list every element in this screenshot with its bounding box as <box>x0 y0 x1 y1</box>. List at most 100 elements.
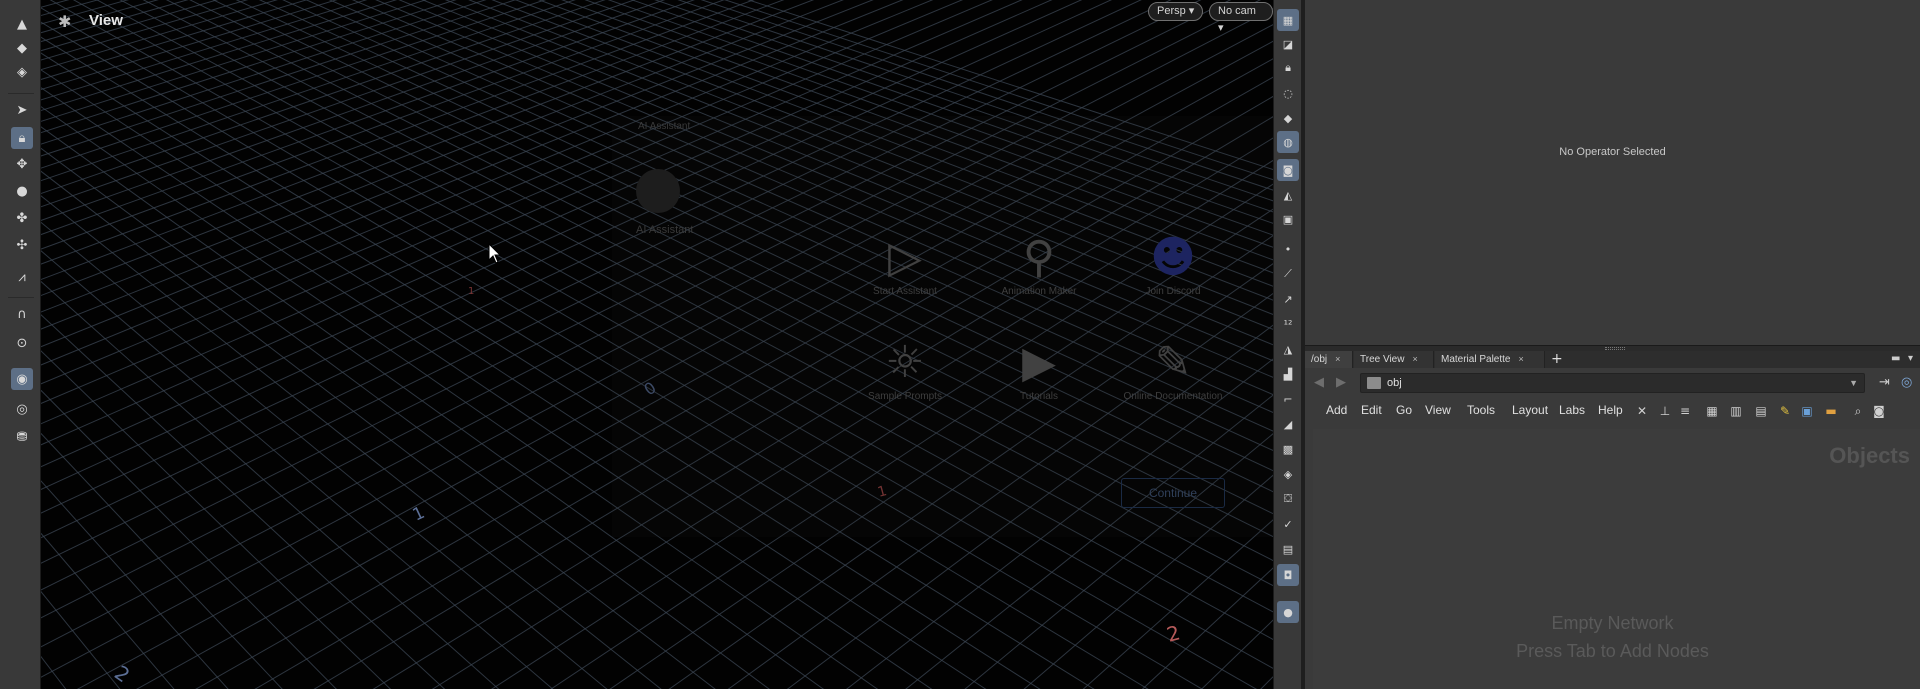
list-view-icon[interactable]: ≡ <box>1677 403 1693 419</box>
select-tool-icon[interactable]: ▲ <box>11 13 33 35</box>
transform-tool-icon[interactable]: ◆ <box>11 37 33 59</box>
snap-display-icon[interactable]: ▟ <box>1277 363 1299 385</box>
tab-tree-view[interactable]: Tree View × <box>1354 351 1434 368</box>
sticky-note-icon[interactable]: ✎ <box>1777 403 1793 419</box>
splitter-grip[interactable] <box>1605 347 1625 350</box>
point-numbers-icon[interactable]: ¹² <box>1277 313 1299 335</box>
template-icon[interactable]: ▣ <box>1277 208 1299 230</box>
menu-view[interactable]: View <box>1425 403 1451 417</box>
bone-icon[interactable]: ✓ <box>1277 513 1299 535</box>
view-tool-icon[interactable]: ◉ <box>11 368 33 390</box>
uv-icon[interactable]: ◮ <box>1277 338 1299 360</box>
left-toolbar: ▲ ◆ ◈ ➤ 🔒︎ ✥ ● ✤ ✣ ⩘ ∩ ⊙ ◉ ◎ ⛃ <box>0 0 41 689</box>
tab-label: /obj <box>1311 354 1328 365</box>
menu-add[interactable]: Add <box>1326 403 1347 417</box>
snapshot-icon[interactable]: ◙ <box>1871 403 1887 419</box>
scale-tool-icon[interactable]: ✤ <box>11 207 33 229</box>
tab-label: Tree View <box>1360 354 1405 365</box>
pose-tool-icon[interactable]: ✣ <box>11 234 33 256</box>
grid-label: 1 <box>410 503 428 526</box>
camera-tool-icon[interactable]: ◎ <box>11 398 33 420</box>
wrench-icon[interactable]: ✕ <box>1634 403 1650 419</box>
light-icon[interactable]: ◆ <box>1277 107 1299 129</box>
toolbar-divider <box>8 297 34 298</box>
tree-layout-icon[interactable]: ⊥ <box>1657 403 1673 419</box>
display-options-icon[interactable]: ▦ <box>1277 9 1299 31</box>
chevron-down-icon[interactable]: ▼ <box>1849 374 1858 392</box>
parameter-pane: No Operator Selected <box>1305 0 1920 345</box>
network-box-icon[interactable]: ▤ <box>1753 403 1769 419</box>
menu-edit[interactable]: Edit <box>1361 403 1382 417</box>
tab-obj[interactable]: /obj × <box>1305 351 1353 368</box>
tile-label: Start Assistant <box>873 286 937 297</box>
toolbar-divider <box>8 93 34 94</box>
shading-icon[interactable]: ◪ <box>1277 33 1299 55</box>
tile-label: Animation Maker <box>1001 286 1077 297</box>
menu-layout[interactable]: Layout <box>1512 403 1548 417</box>
close-tab-icon[interactable]: × <box>1518 354 1523 364</box>
tab-label: Material Palette <box>1441 354 1511 365</box>
pointer-tool-icon[interactable]: ➤ <box>11 99 33 121</box>
menu-go[interactable]: Go <box>1396 403 1412 417</box>
search-icon[interactable]: ⌕ <box>1850 403 1866 419</box>
path-text: obj <box>1387 377 1402 389</box>
flipbook-icon[interactable]: ◘ <box>1277 564 1299 586</box>
play-icon: ▷ <box>888 232 922 283</box>
safe-area-icon[interactable]: ◈ <box>1277 463 1299 485</box>
move-tool-icon[interactable]: ✥ <box>11 153 33 175</box>
menu-help[interactable]: Help <box>1598 403 1623 417</box>
axis-handle-icon[interactable]: ⩘ <box>11 266 33 288</box>
tab-material-palette[interactable]: Material Palette × <box>1435 351 1545 368</box>
particles-icon[interactable]: ⛋ <box>1277 488 1299 510</box>
headlight-icon[interactable]: ◍ <box>1277 131 1299 153</box>
magnet-snap-icon[interactable]: ∩ <box>11 303 33 325</box>
image-icon[interactable]: ▣ <box>1799 403 1815 419</box>
join-discord-tile[interactable]: ☻ Join Discord <box>1108 230 1238 330</box>
continue-button[interactable]: Continue <box>1121 478 1225 508</box>
animation-maker-tile[interactable]: ⚲ Animation Maker <box>974 230 1104 330</box>
table-view-icon[interactable]: ▥ <box>1728 403 1744 419</box>
close-tab-icon[interactable]: × <box>1335 354 1340 364</box>
forward-arrow-icon[interactable]: ▶ <box>1336 375 1346 390</box>
background-image-icon[interactable]: ▩ <box>1277 438 1299 460</box>
vector-icon[interactable]: ↗ <box>1277 288 1299 310</box>
pane-layout-icon[interactable]: ▬ <box>1891 353 1900 364</box>
start-assistant-tile[interactable]: ▷ Start Assistant <box>840 230 970 330</box>
menu-labs[interactable]: Labs <box>1559 403 1585 417</box>
guide-icon[interactable]: ⌐ <box>1277 388 1299 410</box>
back-arrow-icon[interactable]: ◀ <box>1314 375 1324 390</box>
close-tab-icon[interactable]: × <box>1412 354 1417 364</box>
grid-view-icon[interactable]: ▦ <box>1704 403 1720 419</box>
add-tab-icon[interactable]: + <box>1551 351 1563 368</box>
normals-icon[interactable]: ⟋ <box>1277 263 1299 285</box>
path-bar: ◀ ▶ obj ▼ ⇥ ◎ <box>1305 370 1920 396</box>
render-region-icon[interactable]: ⛃ <box>11 426 33 448</box>
tile-label: Sample Prompts <box>868 391 942 402</box>
visibility-icon[interactable]: ◌ <box>1277 82 1299 104</box>
network-path-field[interactable]: obj ▼ <box>1360 373 1865 393</box>
sample-prompts-tile[interactable]: ☼ Sample Prompts <box>840 335 970 435</box>
mouse-cursor-icon <box>488 243 502 264</box>
ghost-icon[interactable]: ◭ <box>1277 184 1299 206</box>
youtube-icon: ▶ <box>1022 337 1056 388</box>
pane-menu-icon[interactable]: ▾ <box>1908 353 1913 364</box>
pin-icon[interactable]: ⇥ <box>1879 375 1890 390</box>
rotate-tool-icon[interactable]: ● <box>11 180 33 202</box>
folder-color-icon[interactable]: ▬ <box>1823 403 1839 419</box>
grid-snap-icon[interactable]: ⊙ <box>11 332 33 354</box>
frame-icon[interactable]: ▤ <box>1277 538 1299 560</box>
point-display-icon[interactable]: • <box>1277 238 1299 260</box>
link-icon[interactable]: ◎ <box>1901 375 1912 390</box>
lock-camera-icon[interactable]: 🔒︎ <box>1277 57 1299 79</box>
fog-icon[interactable]: ◢ <box>1277 413 1299 435</box>
pane-tabbar: /obj × Tree View × Material Palette × + ▬ ▾ <box>1305 351 1920 368</box>
lamp-icon[interactable]: ● <box>1277 601 1299 623</box>
camera-view-icon[interactable]: ◙ <box>1277 159 1299 181</box>
tutorials-tile[interactable]: ▶ Tutorials <box>974 335 1104 435</box>
handle-tool-icon[interactable]: ◈ <box>11 61 33 83</box>
lock-icon[interactable]: 🔒︎ <box>11 127 33 149</box>
menu-tools[interactable]: Tools <box>1467 403 1495 417</box>
online-documentation-tile[interactable]: ✎ Online Documentation <box>1108 335 1238 435</box>
grid-label: 1 <box>468 286 474 297</box>
grid-label: 2 <box>110 660 134 687</box>
